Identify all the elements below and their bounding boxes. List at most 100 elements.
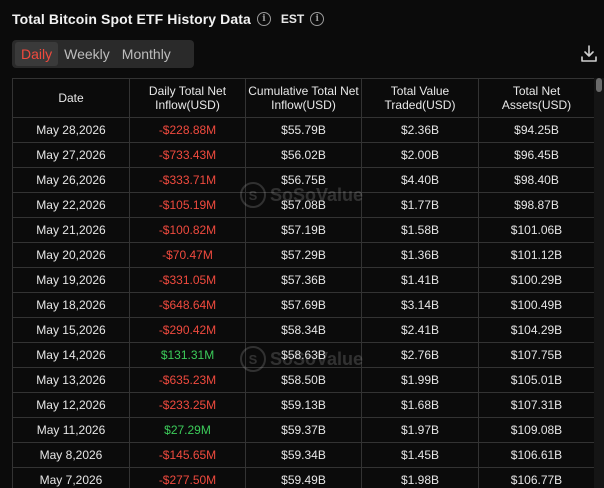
cell-cumulative-net-inflow: $55.79B [245, 117, 362, 143]
table-row[interactable]: May 21,2026 -$100.82M $57.19B $1.58B $101.06… [12, 217, 594, 243]
cell-daily-net-inflow: -$733.43M [129, 142, 246, 168]
column-header-total-net-assets[interactable]: Total Net Assets(USD) [478, 78, 594, 118]
cell-daily-net-inflow: -$331.05M [129, 267, 246, 293]
tab-weekly[interactable]: Weekly [58, 42, 116, 66]
etf-history-table: Date Daily Total Net Inflow(USD) Cumulat… [12, 78, 594, 488]
cell-cumulative-net-inflow: $59.34B [245, 442, 362, 468]
column-header-cumulative-net-inflow[interactable]: Cumulative Total Net Inflow(USD) [245, 78, 362, 118]
cell-total-value-traded: $1.97B [361, 417, 479, 443]
cell-total-net-assets: $100.29B [478, 267, 594, 293]
cell-daily-net-inflow: -$100.82M [129, 217, 246, 243]
tab-monthly[interactable]: Monthly [116, 42, 177, 66]
cell-total-value-traded: $2.76B [361, 342, 479, 368]
cell-daily-net-inflow: $131.31M [129, 342, 246, 368]
cell-total-value-traded: $1.36B [361, 242, 479, 268]
table-row[interactable]: May 7,2026 -$277.50M $59.49B $1.98B $106.77B [12, 467, 594, 488]
table-row[interactable]: May 27,2026 -$733.43M $56.02B $2.00B $96.45B [12, 142, 594, 168]
download-button[interactable] [580, 44, 598, 64]
cell-cumulative-net-inflow: $57.08B [245, 192, 362, 218]
cell-daily-net-inflow: -$145.65M [129, 442, 246, 468]
cell-cumulative-net-inflow: $57.36B [245, 267, 362, 293]
cell-daily-net-inflow: -$105.19M [129, 192, 246, 218]
cell-total-net-assets: $98.87B [478, 192, 594, 218]
cell-daily-net-inflow: -$228.88M [129, 117, 246, 143]
cell-cumulative-net-inflow: $58.34B [245, 317, 362, 343]
cell-date: May 20,2026 [12, 242, 130, 268]
cell-total-value-traded: $1.58B [361, 217, 479, 243]
cell-cumulative-net-inflow: $56.75B [245, 167, 362, 193]
cell-total-net-assets: $109.08B [478, 417, 594, 443]
cell-cumulative-net-inflow: $58.63B [245, 342, 362, 368]
cell-cumulative-net-inflow: $57.29B [245, 242, 362, 268]
cell-cumulative-net-inflow: $59.13B [245, 392, 362, 418]
cell-total-net-assets: $107.31B [478, 392, 594, 418]
cell-total-value-traded: $4.40B [361, 167, 479, 193]
cell-daily-net-inflow: -$648.64M [129, 292, 246, 318]
table-row[interactable]: May 8,2026 -$145.65M $59.34B $1.45B $106.61B [12, 442, 594, 468]
table-row[interactable]: May 22,2026 -$105.19M $57.08B $1.77B $98.87B [12, 192, 594, 218]
cell-total-net-assets: $101.12B [478, 242, 594, 268]
scrollbar-thumb[interactable] [596, 78, 602, 92]
cell-total-value-traded: $1.77B [361, 192, 479, 218]
cell-date: May 13,2026 [12, 367, 130, 393]
header: Total Bitcoin Spot ETF History Data i ES… [12, 9, 325, 29]
table-row[interactable]: May 20,2026 -$70.47M $57.29B $1.36B $101.12B [12, 242, 594, 268]
column-header-total-value-traded[interactable]: Total Value Traded(USD) [361, 78, 479, 118]
cell-daily-net-inflow: -$635.23M [129, 367, 246, 393]
table-scrollbar[interactable] [594, 78, 604, 488]
table-row[interactable]: May 12,2026 -$233.25M $59.13B $1.68B $107.31… [12, 392, 594, 418]
tab-daily[interactable]: Daily [15, 42, 59, 66]
cell-cumulative-net-inflow: $57.19B [245, 217, 362, 243]
cell-total-value-traded: $2.36B [361, 117, 479, 143]
table-row[interactable]: May 19,2026 -$331.05M $57.36B $1.41B $100.29… [12, 267, 594, 293]
cell-date: May 12,2026 [12, 392, 130, 418]
cell-date: May 26,2026 [12, 167, 130, 193]
cell-total-value-traded: $1.45B [361, 442, 479, 468]
table-row[interactable]: May 26,2026 -$333.71M $56.75B $4.40B $98.40B [12, 167, 594, 193]
cell-total-net-assets: $96.45B [478, 142, 594, 168]
cell-cumulative-net-inflow: $56.02B [245, 142, 362, 168]
cell-date: May 15,2026 [12, 317, 130, 343]
cell-daily-net-inflow: -$333.71M [129, 167, 246, 193]
cell-total-net-assets: $107.75B [478, 342, 594, 368]
page-title: Total Bitcoin Spot ETF History Data [12, 11, 251, 27]
cell-total-value-traded: $3.14B [361, 292, 479, 318]
cell-date: May 18,2026 [12, 292, 130, 318]
cell-total-value-traded: $1.98B [361, 467, 479, 488]
table-row[interactable]: May 15,2026 -$290.42M $58.34B $2.41B $104.29… [12, 317, 594, 343]
column-header-daily-net-inflow[interactable]: Daily Total Net Inflow(USD) [129, 78, 246, 118]
table-row[interactable]: May 14,2026 $131.31M $58.63B $2.76B $107.75B [12, 342, 594, 368]
cell-date: May 19,2026 [12, 267, 130, 293]
cell-daily-net-inflow: -$70.47M [129, 242, 246, 268]
cell-daily-net-inflow: $27.29M [129, 417, 246, 443]
timezone-label: EST [280, 12, 305, 26]
cell-date: May 8,2026 [12, 442, 130, 468]
etf-history-table-container: Date Daily Total Net Inflow(USD) Cumulat… [12, 78, 594, 488]
cell-total-net-assets: $106.77B [478, 467, 594, 488]
cell-total-net-assets: $94.25B [478, 117, 594, 143]
info-icon[interactable]: i [256, 12, 271, 26]
cell-date: May 27,2026 [12, 142, 130, 168]
cell-total-value-traded: $2.00B [361, 142, 479, 168]
cell-daily-net-inflow: -$233.25M [129, 392, 246, 418]
table-row[interactable]: May 11,2026 $27.29M $59.37B $1.97B $109.08B [12, 417, 594, 443]
table-row[interactable]: May 13,2026 -$635.23M $58.50B $1.99B $105.01… [12, 367, 594, 393]
column-header-date[interactable]: Date [12, 78, 130, 118]
cell-total-value-traded: $1.68B [361, 392, 479, 418]
download-icon [581, 45, 597, 62]
cell-date: May 7,2026 [12, 467, 130, 488]
cell-total-net-assets: $106.61B [478, 442, 594, 468]
table-row[interactable]: May 18,2026 -$648.64M $57.69B $3.14B $100.49… [12, 292, 594, 318]
period-tabs: Daily Weekly Monthly [12, 40, 194, 68]
table-header-row: Date Daily Total Net Inflow(USD) Cumulat… [12, 78, 594, 118]
cell-total-net-assets: $100.49B [478, 292, 594, 318]
cell-date: May 14,2026 [12, 342, 130, 368]
timezone-info-icon[interactable]: i [310, 12, 325, 26]
table-row[interactable]: May 28,2026 -$228.88M $55.79B $2.36B $94.25B [12, 117, 594, 143]
cell-date: May 21,2026 [12, 217, 130, 243]
cell-cumulative-net-inflow: $58.50B [245, 367, 362, 393]
cell-total-value-traded: $1.41B [361, 267, 479, 293]
cell-total-net-assets: $105.01B [478, 367, 594, 393]
cell-total-value-traded: $1.99B [361, 367, 479, 393]
cell-cumulative-net-inflow: $59.49B [245, 467, 362, 488]
